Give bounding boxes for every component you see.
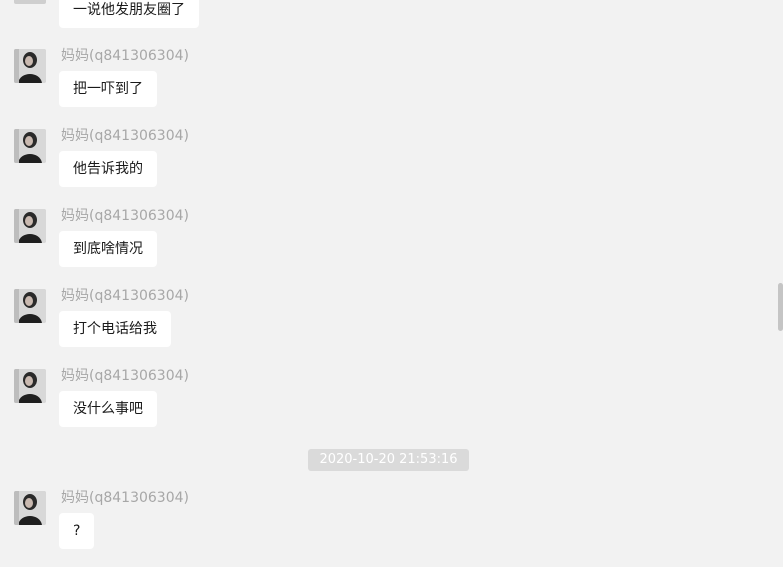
sender-name: 妈妈(q841306304) — [61, 48, 189, 64]
message-bubble[interactable]: 一说他发朋友圈了 — [59, 0, 199, 28]
sender-name: 妈妈(q841306304) — [61, 128, 189, 144]
timestamp-separator: 2020-10-20 21:53:16 — [308, 449, 469, 471]
avatar[interactable] — [14, 209, 46, 243]
avatar-photo-icon — [14, 209, 46, 243]
avatar[interactable] — [14, 289, 46, 323]
message-bubble[interactable]: 把一吓到了 — [59, 71, 157, 107]
avatar[interactable] — [14, 49, 46, 83]
avatar[interactable] — [14, 0, 46, 4]
sender-name: 妈妈(q841306304) — [61, 490, 189, 506]
message-bubble[interactable]: 到底啥情况 — [59, 231, 157, 267]
avatar[interactable] — [14, 369, 46, 403]
message-bubble[interactable]: 没什么事吧 — [59, 391, 157, 427]
message-bubble[interactable]: 他告诉我的 — [59, 151, 157, 187]
sender-name: 妈妈(q841306304) — [61, 288, 189, 304]
avatar-photo-icon — [14, 369, 46, 403]
scrollbar-thumb[interactable] — [778, 283, 783, 331]
avatar-photo-icon — [14, 491, 46, 525]
avatar-photo-icon — [14, 129, 46, 163]
sender-name: 妈妈(q841306304) — [61, 368, 189, 384]
sender-name: 妈妈(q841306304) — [61, 208, 189, 224]
message-bubble[interactable]: ? — [59, 513, 95, 549]
avatar-photo-icon — [14, 289, 46, 323]
avatar-photo-icon — [14, 49, 46, 83]
chat-message-list[interactable]: 一说他发朋友圈了 妈妈(q841306304) 把一吓到了 妈妈(q841306… — [0, 0, 783, 567]
avatar[interactable] — [14, 129, 46, 163]
avatar[interactable] — [14, 491, 46, 525]
message-bubble[interactable]: 打个电话给我 — [59, 311, 171, 347]
